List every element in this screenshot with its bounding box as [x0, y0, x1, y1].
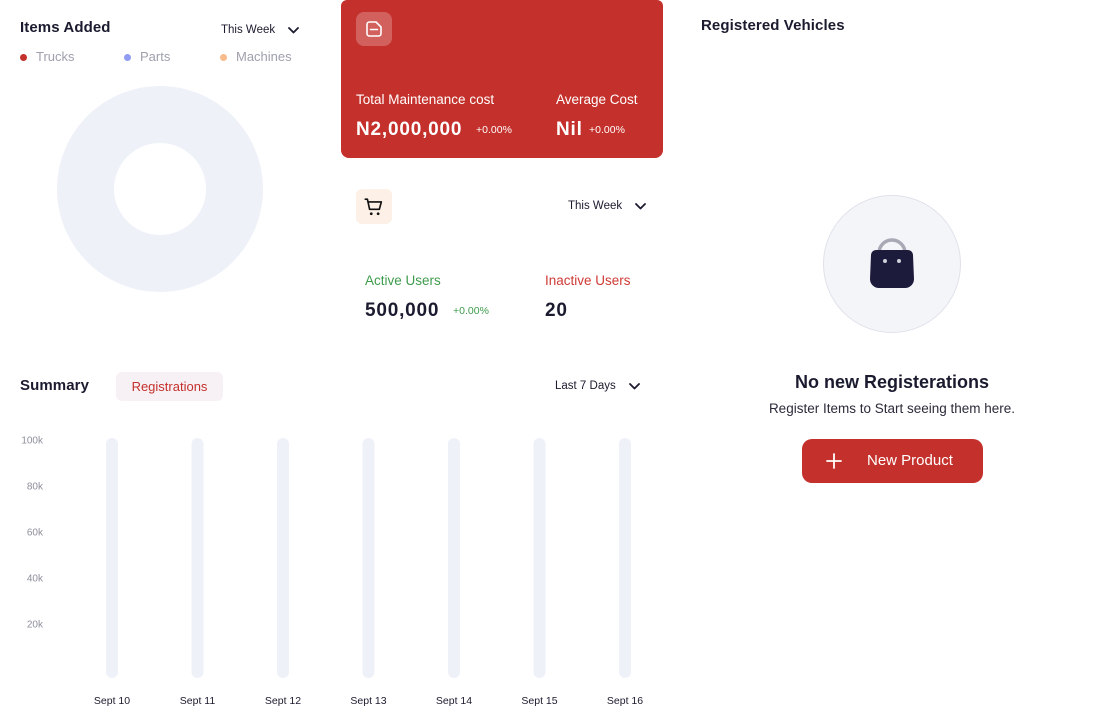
- legend-dot: [20, 53, 27, 61]
- summary-bar-chart: 100k 80k 60k 40k 20k Sept 10 Sept 11 Sept 12 Sep…: [21, 436, 643, 707]
- bar-track: [106, 438, 118, 678]
- new-product-label: New Product: [867, 452, 953, 469]
- new-product-button[interactable]: New Product: [802, 439, 983, 483]
- legend-item-trucks: Trucks: [20, 49, 75, 65]
- legend-dot: [220, 53, 227, 61]
- x-tick-label: Sept 10: [94, 695, 130, 707]
- bar-track: [362, 438, 375, 678]
- x-tick-label: Sept 11: [180, 695, 216, 707]
- total-maintenance-label: Total Maintenance cost: [356, 92, 495, 107]
- items-added-donut-chart: [57, 86, 263, 292]
- tab-label: Registrations: [131, 378, 208, 394]
- x-tick-label: Sept 14: [436, 695, 472, 707]
- registered-vehicles-section: Registered Vehicles No new Registeration…: [690, 0, 1104, 722]
- average-cost-change: +0.00%: [589, 123, 625, 136]
- bar-track: [277, 438, 289, 678]
- y-tick-label: 80k: [27, 482, 44, 493]
- y-tick-label: 60k: [27, 528, 44, 539]
- chevron-down-icon: [635, 202, 646, 209]
- y-tick-label: 20k: [27, 620, 44, 631]
- tab-registrations[interactable]: Registrations: [116, 372, 223, 401]
- inactive-users-label: Inactive Users: [545, 273, 631, 288]
- users-card: This Week Active Users 500,000 +0.00% In…: [341, 170, 663, 340]
- items-added-section: Items Added This Week Trucks Parts Machi…: [0, 0, 330, 320]
- average-cost-value: Nil: [556, 119, 583, 140]
- total-maintenance-change: +0.00%: [476, 123, 512, 136]
- active-users-label: Active Users: [365, 273, 441, 288]
- cart-icon: [364, 197, 383, 215]
- bar-track: [191, 438, 204, 678]
- shopping-bag-icon: [870, 238, 914, 288]
- empty-state-text: Register Items to Start seeing them here…: [768, 401, 1016, 416]
- donut-track: [57, 86, 263, 292]
- period-label: This Week: [568, 200, 623, 212]
- items-added-period-dropdown[interactable]: This Week: [221, 23, 299, 37]
- period-label: This Week: [221, 24, 276, 36]
- inactive-users-value: 20: [545, 300, 568, 321]
- legend-item-machines: Machines: [220, 49, 292, 65]
- average-cost-label: Average Cost: [556, 92, 638, 107]
- total-maintenance-value: N2,000,000: [356, 119, 463, 140]
- period-label: Last 7 Days: [555, 380, 616, 392]
- legend-label: Machines: [236, 49, 292, 64]
- registered-vehicles-title: Registered Vehicles: [701, 17, 845, 34]
- legend-label: Trucks: [36, 49, 75, 64]
- empty-state-illustration: [823, 195, 961, 333]
- y-tick-label: 40k: [27, 574, 44, 585]
- chevron-down-icon: [288, 26, 299, 33]
- document-icon: [366, 21, 382, 37]
- cart-icon-box: [356, 189, 392, 224]
- y-tick-label: 100k: [21, 436, 44, 447]
- maintenance-icon-box: [356, 12, 392, 46]
- legend-item-parts: Parts: [124, 49, 170, 65]
- bar-track: [619, 438, 631, 678]
- x-tick-label: Sept 15: [521, 695, 557, 707]
- summary-period-dropdown[interactable]: Last 7 Days: [555, 379, 640, 393]
- bar-track: [533, 438, 546, 678]
- empty-state-title: No new Registerations: [794, 372, 990, 392]
- items-added-title: Items Added: [20, 19, 111, 36]
- active-users-change: +0.00%: [453, 304, 489, 317]
- chevron-down-icon: [629, 382, 640, 389]
- summary-section: Summary Registrations Last 7 Days 100k 80…: [0, 355, 680, 717]
- summary-title: Summary: [20, 377, 90, 394]
- active-users-value: 500,000: [365, 300, 440, 321]
- x-tick-label: Sept 16: [607, 695, 643, 707]
- x-tick-label: Sept 13: [350, 695, 386, 707]
- users-period-dropdown[interactable]: This Week: [568, 199, 646, 213]
- plus-icon: [826, 453, 842, 469]
- legend-dot: [124, 53, 131, 61]
- legend-label: Parts: [140, 49, 171, 64]
- bar-track: [448, 438, 460, 678]
- x-tick-label: Sept 12: [265, 695, 301, 707]
- maintenance-cost-card: Total Maintenance cost N2,000,000 +0.00%…: [341, 0, 663, 158]
- dashboard: Items Added This Week Trucks Parts Machi…: [0, 0, 1104, 722]
